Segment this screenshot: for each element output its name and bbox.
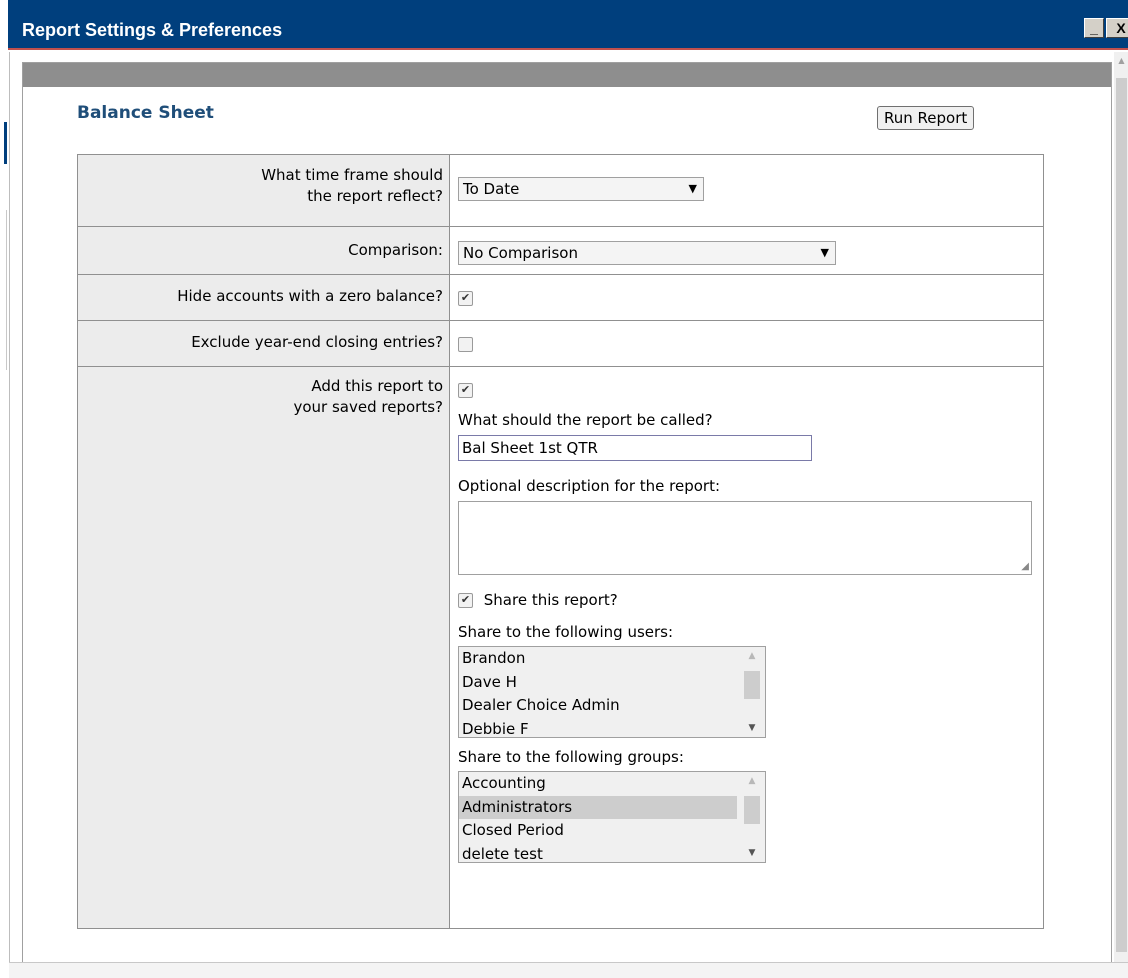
exclude-closing-value-cell: [449, 320, 1044, 367]
minimize-button[interactable]: _: [1084, 18, 1104, 38]
save-report-value-cell: ✔ What should the report be called? Bal …: [449, 366, 1044, 929]
dialog-footer: [9, 962, 1128, 978]
time-frame-label-line1: What time frame should: [261, 166, 443, 184]
left-edge: [0, 0, 8, 977]
users-listbox[interactable]: Brandon Dave H Dealer Choice Admin Debbi…: [458, 646, 766, 738]
share-report-field: ✔ Share this report?: [458, 591, 1035, 609]
report-panel: Balance Sheet Run Report What time frame…: [22, 62, 1112, 970]
panel-header-bar: [23, 63, 1111, 87]
scroll-down-icon[interactable]: ▼: [739, 719, 765, 737]
resize-grip-icon[interactable]: ◢: [1021, 561, 1029, 572]
time-frame-select[interactable]: To Date ▼: [458, 177, 704, 201]
comparison-value-cell: No Comparison ▼: [449, 226, 1044, 275]
window-title: Report Settings & Preferences: [22, 20, 283, 40]
user-option[interactable]: Brandon: [459, 647, 737, 671]
share-report-label: Share this report?: [483, 591, 618, 609]
check-icon: ✔: [460, 593, 471, 606]
scroll-down-icon[interactable]: ▼: [739, 844, 765, 862]
share-report-checkbox[interactable]: ✔: [458, 593, 473, 608]
close-icon: X: [1116, 20, 1126, 36]
save-report-checkbox[interactable]: ✔: [458, 383, 473, 398]
user-option[interactable]: Dave H: [459, 671, 737, 695]
time-frame-selected-value: To Date: [463, 180, 520, 198]
report-name-input[interactable]: Bal Sheet 1st QTR: [458, 435, 812, 461]
groups-scroll-thumb[interactable]: [744, 796, 760, 824]
groups-listbox[interactable]: Accounting Administrators Closed Period …: [458, 771, 766, 863]
users-scrollbar[interactable]: ▲ ▼: [739, 647, 765, 737]
save-report-label-cell: Add this report to your saved reports?: [77, 366, 450, 929]
close-button[interactable]: X: [1106, 18, 1128, 38]
groups-scrollbar[interactable]: ▲ ▼: [739, 772, 765, 862]
hide-zero-label-cell: Hide accounts with a zero balance?: [77, 274, 450, 321]
save-report-label-line2: your saved reports?: [293, 398, 444, 416]
time-frame-value-cell: To Date ▼: [449, 154, 1044, 227]
groups-label: Share to the following groups:: [458, 748, 684, 766]
users-scroll-thumb[interactable]: [744, 671, 760, 699]
exclude-closing-label: Exclude year-end closing entries?: [191, 333, 443, 351]
hide-zero-row: Hide accounts with a zero balance? ✔: [77, 274, 1044, 321]
exclude-closing-label-cell: Exclude year-end closing entries?: [77, 320, 450, 367]
save-report-label-line1: Add this report to: [311, 377, 443, 395]
scroll-up-icon[interactable]: ▲: [739, 647, 765, 665]
group-option[interactable]: Accounting: [459, 772, 737, 796]
hide-zero-checkbox[interactable]: ✔: [458, 291, 473, 306]
window-titlebar[interactable]: Report Settings & Preferences _ X: [8, 0, 1128, 50]
scroll-up-icon[interactable]: ▲: [739, 772, 765, 790]
scroll-up-icon[interactable]: ▲: [1114, 52, 1128, 70]
time-frame-label-cell: What time frame should the report reflec…: [77, 154, 450, 227]
time-frame-label-line2: the report reflect?: [307, 187, 443, 205]
comparison-label-cell: Comparison:: [77, 226, 450, 275]
left-edge-marker: [4, 122, 7, 164]
group-option-selected[interactable]: Administrators: [459, 795, 737, 819]
group-option[interactable]: delete test: [459, 843, 737, 863]
minimize-icon: _: [1090, 20, 1098, 36]
left-edge-line: [6, 210, 7, 370]
save-report-row: Add this report to your saved reports? ✔…: [77, 366, 1044, 929]
dialog-scrollbar[interactable]: ▲ ▼: [1114, 52, 1128, 977]
check-icon: ✔: [460, 291, 471, 304]
time-frame-row: What time frame should the report reflec…: [77, 154, 1044, 227]
comparison-row: Comparison: No Comparison ▼: [77, 226, 1044, 275]
exclude-closing-checkbox[interactable]: [458, 337, 473, 352]
user-option[interactable]: Dealer Choice Admin: [459, 694, 737, 718]
report-name-label: What should the report be called?: [458, 411, 713, 429]
description-label: Optional description for the report:: [458, 477, 721, 495]
description-textarea[interactable]: ◢: [458, 501, 1032, 575]
report-options-table: What time frame should the report reflec…: [77, 154, 1044, 929]
chevron-down-icon: ▼: [688, 182, 697, 195]
hide-zero-label: Hide accounts with a zero balance?: [177, 287, 443, 305]
group-option[interactable]: Closed Period: [459, 819, 737, 843]
run-report-button[interactable]: Run Report: [877, 106, 975, 130]
report-title: Balance Sheet: [77, 103, 214, 123]
check-icon: ✔: [460, 383, 471, 396]
dialog-scroll-thumb[interactable]: [1116, 78, 1127, 952]
comparison-selected-value: No Comparison: [463, 244, 578, 262]
hide-zero-value-cell: ✔: [449, 274, 1044, 321]
comparison-select[interactable]: No Comparison ▼: [458, 241, 836, 265]
dialog-body: Balance Sheet Run Report What time frame…: [9, 52, 1128, 977]
comparison-label: Comparison:: [348, 241, 443, 259]
users-label: Share to the following users:: [458, 623, 674, 641]
exclude-closing-row: Exclude year-end closing entries?: [77, 320, 1044, 367]
chevron-down-icon: ▼: [820, 246, 829, 259]
user-option[interactable]: Debbie F: [459, 718, 737, 738]
